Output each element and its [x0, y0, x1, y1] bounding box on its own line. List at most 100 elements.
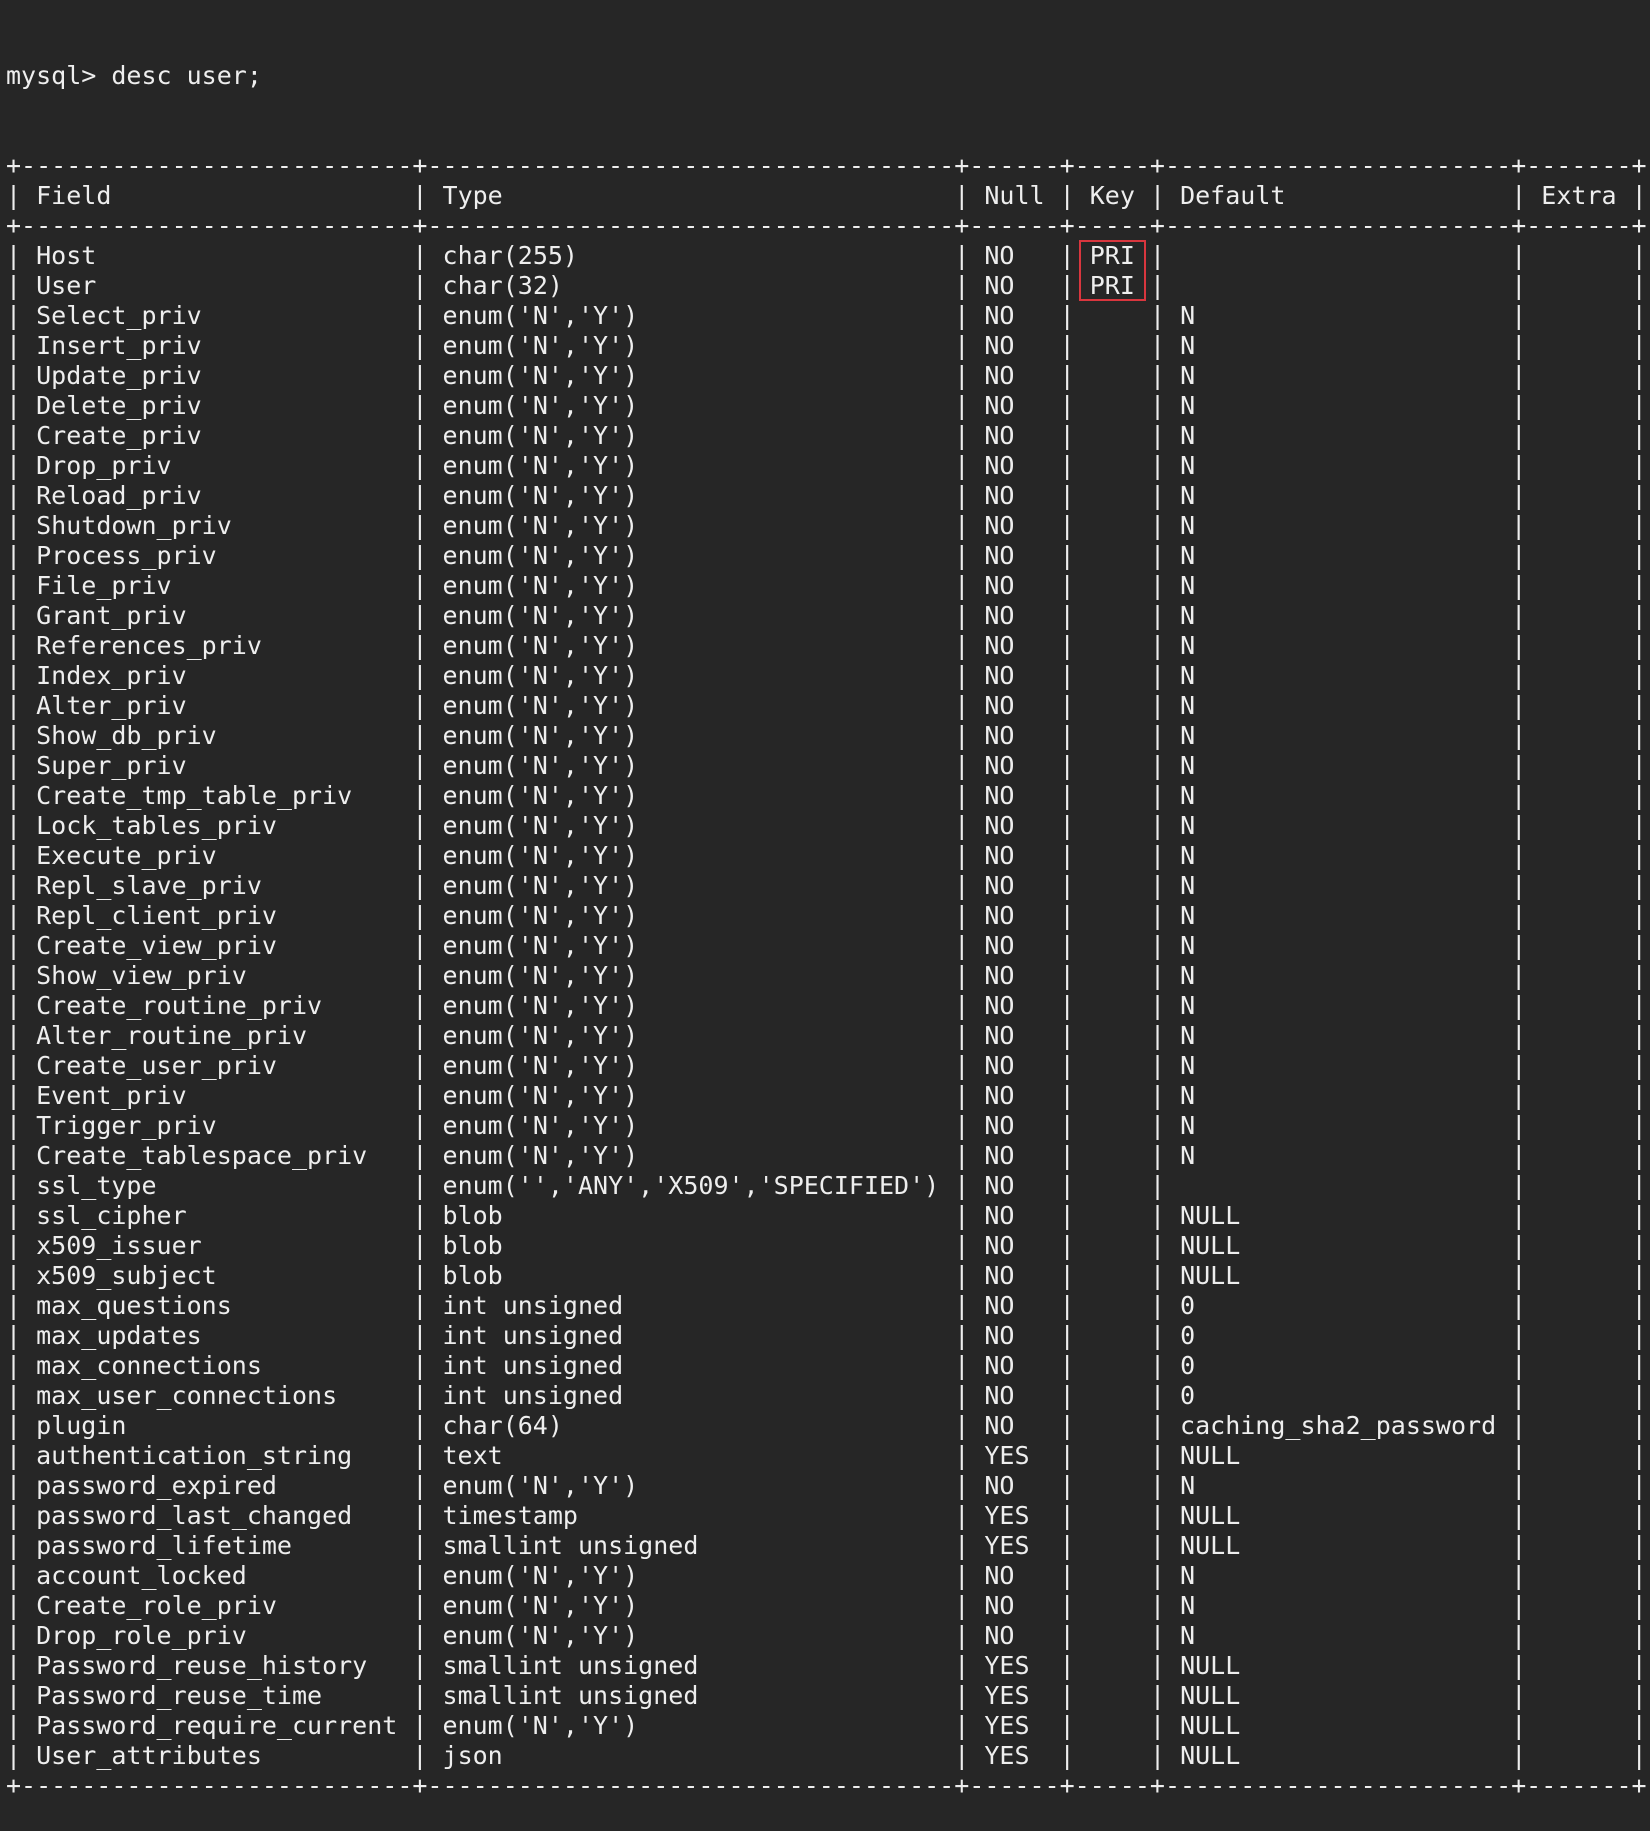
cell-null: YES [984, 1741, 1030, 1770]
cell-type: int unsigned [442, 1381, 624, 1410]
cell-null: NO [984, 601, 1015, 630]
cell-type: enum('N','Y') [442, 331, 639, 360]
table-row: | x509_subject | blob | NO | | NULL | | [6, 1261, 1647, 1290]
cell-type: blob [442, 1261, 503, 1290]
cell-field: Grant_priv [36, 601, 187, 630]
cell-default: N [1180, 1621, 1196, 1650]
table-row: | Event_priv | enum('N','Y') | NO | | N … [6, 1081, 1647, 1110]
cell-default: N [1180, 991, 1196, 1020]
cell-default: N [1180, 931, 1196, 960]
cell-null: YES [984, 1531, 1030, 1560]
cell-type: enum('N','Y') [442, 871, 639, 900]
cell-default: N [1180, 961, 1196, 990]
cell-type: smallint unsigned [442, 1681, 699, 1710]
cell-field: Shutdown_priv [36, 511, 232, 540]
cell-key: Key [1089, 181, 1135, 210]
terminal-output: mysql> desc user; +---------------------… [6, 1, 1647, 1831]
table-border: +--------------------------+------------… [6, 1771, 1647, 1800]
table-row: | Grant_priv | enum('N','Y') | NO | | N … [6, 601, 1647, 630]
cell-default: N [1180, 481, 1196, 510]
cell-null: NO [984, 691, 1015, 720]
table-border: +--------------------------+------------… [6, 211, 1647, 240]
cell-default: N [1180, 1081, 1196, 1110]
table-row: | Trigger_priv | enum('N','Y') | NO | | … [6, 1111, 1647, 1140]
cell-type: enum('N','Y') [442, 571, 639, 600]
cell-field: Create_priv [36, 421, 202, 450]
cell-default: N [1180, 841, 1196, 870]
table-row: | password_last_changed | timestamp | YE… [6, 1501, 1647, 1530]
table-row: | Show_db_priv | enum('N','Y') | NO | | … [6, 721, 1647, 750]
cell-default: N [1180, 1141, 1196, 1170]
cell-type: enum('N','Y') [442, 1111, 639, 1140]
cell-field: Alter_routine_priv [36, 1021, 308, 1050]
cell-default: N [1180, 451, 1196, 480]
cell-default: 0 [1180, 1291, 1196, 1320]
cell-default: caching_sha2_password [1180, 1411, 1497, 1440]
cell-field: User [36, 271, 97, 300]
cell-type: enum('N','Y') [442, 931, 639, 960]
cell-field: x509_subject [36, 1261, 217, 1290]
cell-type: enum('N','Y') [442, 1141, 639, 1170]
table-row: | Super_priv | enum('N','Y') | NO | | N … [6, 751, 1647, 780]
cell-type: blob [442, 1231, 503, 1260]
table-row: | Shutdown_priv | enum('N','Y') | NO | |… [6, 511, 1647, 540]
cell-type: Type [442, 181, 503, 210]
cell-default: N [1180, 571, 1196, 600]
cell-field: max_questions [36, 1291, 232, 1320]
cell-type: enum('N','Y') [442, 451, 639, 480]
cell-null: NO [984, 511, 1015, 540]
table-row: | User_attributes | json | YES | | NULL … [6, 1741, 1647, 1770]
table-row: | Alter_routine_priv | enum('N','Y') | N… [6, 1021, 1647, 1050]
table-row: | Create_priv | enum('N','Y') | NO | | N… [6, 421, 1647, 450]
cell-key: PRI [1089, 271, 1135, 300]
cell-field: Host [36, 241, 97, 270]
table-header: | Field | Type | Null | Key | Default | … [6, 181, 1647, 210]
cell-default: NULL [1180, 1531, 1241, 1560]
cell-type: int unsigned [442, 1321, 624, 1350]
cell-default: NULL [1180, 1201, 1241, 1230]
cell-type: enum('','ANY','X509','SPECIFIED') [442, 1171, 940, 1200]
cell-type: enum('N','Y') [442, 421, 639, 450]
cell-null: NO [984, 1621, 1015, 1650]
table-row: | Create_tmp_table_priv | enum('N','Y') … [6, 781, 1647, 810]
cell-null: YES [984, 1441, 1030, 1470]
cell-null: NO [984, 901, 1015, 930]
cell-default: NULL [1180, 1711, 1241, 1740]
cell-default: N [1180, 421, 1196, 450]
cell-type: enum('N','Y') [442, 1051, 639, 1080]
cell-type: enum('N','Y') [442, 1561, 639, 1590]
terminal-window: { "prompt": "mysql> desc user;", "column… [0, 0, 1650, 1800]
cell-null: NO [984, 301, 1015, 330]
cell-default: 0 [1180, 1351, 1196, 1380]
cell-default: N [1180, 391, 1196, 420]
cell-field: Repl_slave_priv [36, 871, 262, 900]
cell-field: Repl_client_priv [36, 901, 277, 930]
cell-null: NO [984, 421, 1015, 450]
cell-field: Password_reuse_time [36, 1681, 323, 1710]
cell-type: timestamp [442, 1501, 578, 1530]
table-row: | plugin | char(64) | NO | | caching_sha… [6, 1411, 1647, 1440]
cell-null: NO [984, 451, 1015, 480]
cell-field: Alter_priv [36, 691, 187, 720]
cell-field: Show_view_priv [36, 961, 247, 990]
cell-null: NO [984, 841, 1015, 870]
cell-field: Reload_priv [36, 481, 202, 510]
cell-default: N [1180, 331, 1196, 360]
cell-field: Index_priv [36, 661, 187, 690]
table-row: | Password_reuse_time | smallint unsigne… [6, 1681, 1647, 1710]
cell-default: NULL [1180, 1261, 1241, 1290]
cell-null: NO [984, 1201, 1015, 1230]
table-row: | Reload_priv | enum('N','Y') | NO | | N… [6, 481, 1647, 510]
cell-field: Trigger_priv [36, 1111, 217, 1140]
cell-default: NULL [1180, 1501, 1241, 1530]
cell-type: enum('N','Y') [442, 1021, 639, 1050]
table-row: | Repl_client_priv | enum('N','Y') | NO … [6, 901, 1647, 930]
cell-type: enum('N','Y') [442, 811, 639, 840]
cell-default: N [1180, 1051, 1196, 1080]
cell-null: NO [984, 571, 1015, 600]
cell-null: NO [984, 391, 1015, 420]
table-row: | authentication_string | text | YES | |… [6, 1441, 1647, 1470]
cell-null: NO [984, 271, 1015, 300]
cell-field: Create_view_priv [36, 931, 277, 960]
cell-field: Create_tablespace_priv [36, 1141, 368, 1170]
